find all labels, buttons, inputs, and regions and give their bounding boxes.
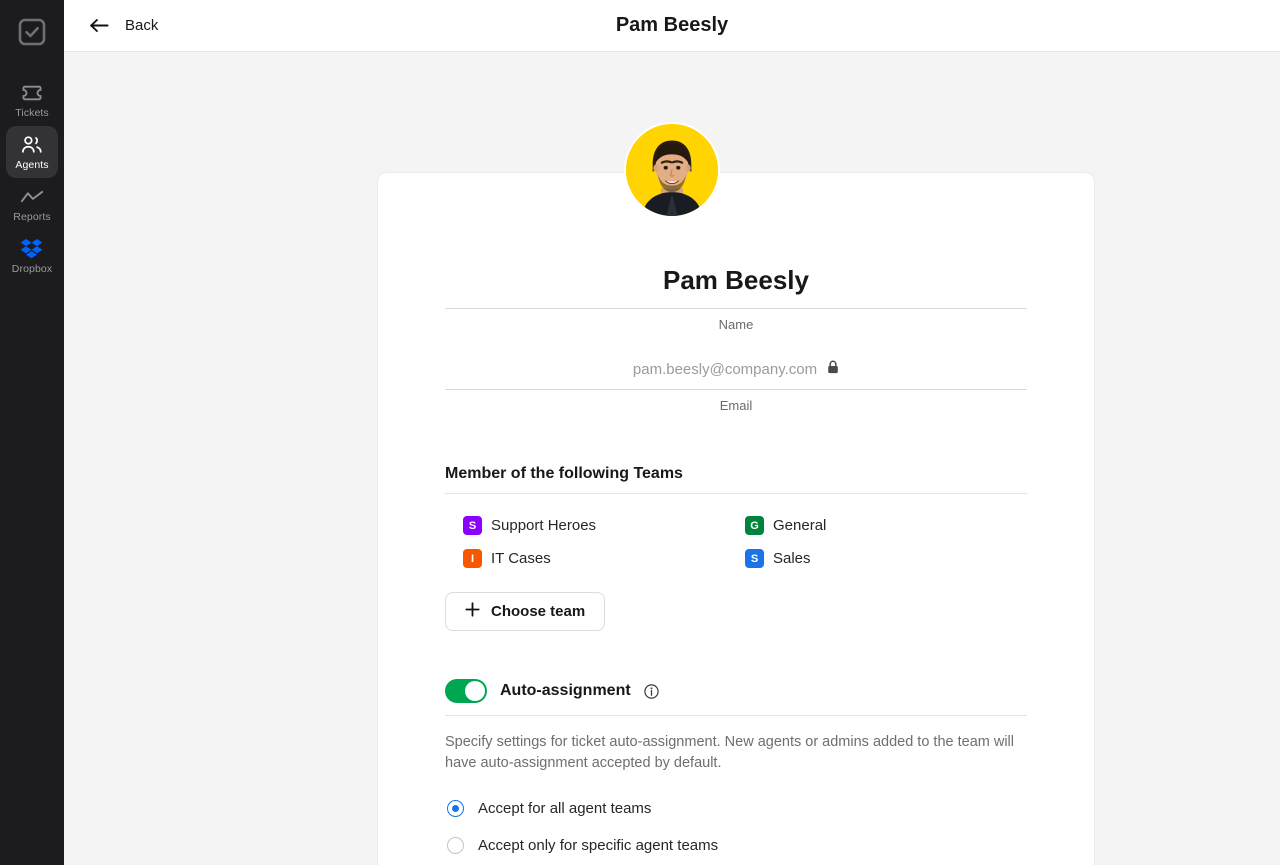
- dropbox-icon: [20, 238, 44, 260]
- email-input: pam.beesly@company.com: [445, 360, 1027, 390]
- app-logo[interactable]: [12, 12, 52, 52]
- sidebar-item-dropbox-label: Dropbox: [11, 262, 53, 275]
- arrow-left-icon: [90, 18, 109, 33]
- sidebar-item-dropbox[interactable]: Dropbox: [6, 230, 58, 282]
- auto-assignment-toggle[interactable]: [445, 679, 487, 703]
- teams-grid: S Support Heroes G General I IT Cases S …: [445, 516, 1027, 568]
- team-item-sales[interactable]: S Sales: [745, 549, 1027, 568]
- lock-icon: [827, 360, 839, 379]
- name-field-caption: Name: [718, 317, 754, 332]
- team-badge: G: [745, 516, 764, 535]
- toggle-knob: [465, 681, 485, 701]
- teams-section: Member of the following Teams S Support …: [445, 465, 1027, 631]
- auto-assignment-description: Specify settings for ticket auto-assignm…: [445, 734, 1015, 771]
- choose-team-button[interactable]: Choose team: [445, 592, 606, 631]
- info-circle-icon[interactable]: [643, 683, 659, 699]
- team-name: IT Cases: [491, 550, 551, 567]
- auto-assignment-section: Auto-assignment Specify settings for tic…: [445, 679, 1027, 854]
- sidebar-item-tickets-label: Tickets: [15, 106, 49, 119]
- sidebar-item-agents[interactable]: Agents: [6, 126, 58, 178]
- radio-option-specific-teams[interactable]: Accept only for specific agent teams: [447, 837, 1027, 854]
- name-input[interactable]: [445, 265, 1027, 309]
- team-badge: I: [463, 549, 482, 568]
- team-name: General: [773, 517, 827, 534]
- radio-option-label: Accept only for specific agent teams: [478, 837, 719, 854]
- chart-line-icon: [20, 186, 44, 208]
- team-badge: S: [463, 516, 482, 535]
- content-scroll-area: Name pam.beesly@company.com Email: [64, 52, 1280, 865]
- teams-section-title: Member of the following Teams: [445, 465, 1027, 494]
- team-name: Sales: [773, 550, 811, 567]
- team-name: Support Heroes: [491, 517, 597, 534]
- sidebar-item-agents-label: Agents: [15, 158, 49, 171]
- back-button[interactable]: Back: [84, 13, 164, 38]
- radio-indicator: [447, 800, 464, 817]
- app-root: Tickets Agents Reports Dropbox Back Pam …: [0, 0, 1280, 865]
- profile-card: Name pam.beesly@company.com Email: [377, 172, 1095, 865]
- auto-assignment-options: Accept for all agent teams Accept only f…: [445, 800, 1027, 854]
- radio-option-all-teams[interactable]: Accept for all agent teams: [447, 800, 1027, 817]
- team-item-general[interactable]: G General: [745, 516, 1027, 535]
- email-value: pam.beesly@company.com: [632, 361, 818, 378]
- team-badge: S: [745, 549, 764, 568]
- auto-assignment-title: Auto-assignment: [500, 682, 631, 699]
- top-bar: Back Pam Beesly: [64, 0, 1280, 52]
- plus-icon: [465, 602, 480, 621]
- avatar[interactable]: [624, 122, 720, 218]
- email-field-caption: Email: [719, 398, 753, 413]
- team-item-support-heroes[interactable]: S Support Heroes: [463, 516, 745, 535]
- sidebar: Tickets Agents Reports Dropbox: [0, 0, 64, 865]
- radio-indicator: [447, 837, 464, 854]
- email-field-group: pam.beesly@company.com Email: [445, 360, 1027, 413]
- sidebar-item-reports[interactable]: Reports: [6, 178, 58, 230]
- radio-option-label: Accept for all agent teams: [478, 800, 652, 817]
- main-area: Back Pam Beesly Pam Beesly Name pam.bees…: [64, 0, 1280, 865]
- auto-assignment-header: Auto-assignment: [445, 679, 1027, 716]
- back-button-label: Back: [125, 17, 159, 34]
- ticket-icon: [21, 82, 43, 104]
- page-title: Pam Beesly: [615, 14, 729, 36]
- agents-icon: [20, 134, 44, 156]
- choose-team-button-label: Choose team: [491, 603, 586, 620]
- team-item-it-cases[interactable]: I IT Cases: [463, 549, 745, 568]
- name-field-group: Name: [445, 173, 1027, 332]
- sidebar-item-tickets[interactable]: Tickets: [6, 74, 58, 126]
- sidebar-item-reports-label: Reports: [13, 210, 51, 223]
